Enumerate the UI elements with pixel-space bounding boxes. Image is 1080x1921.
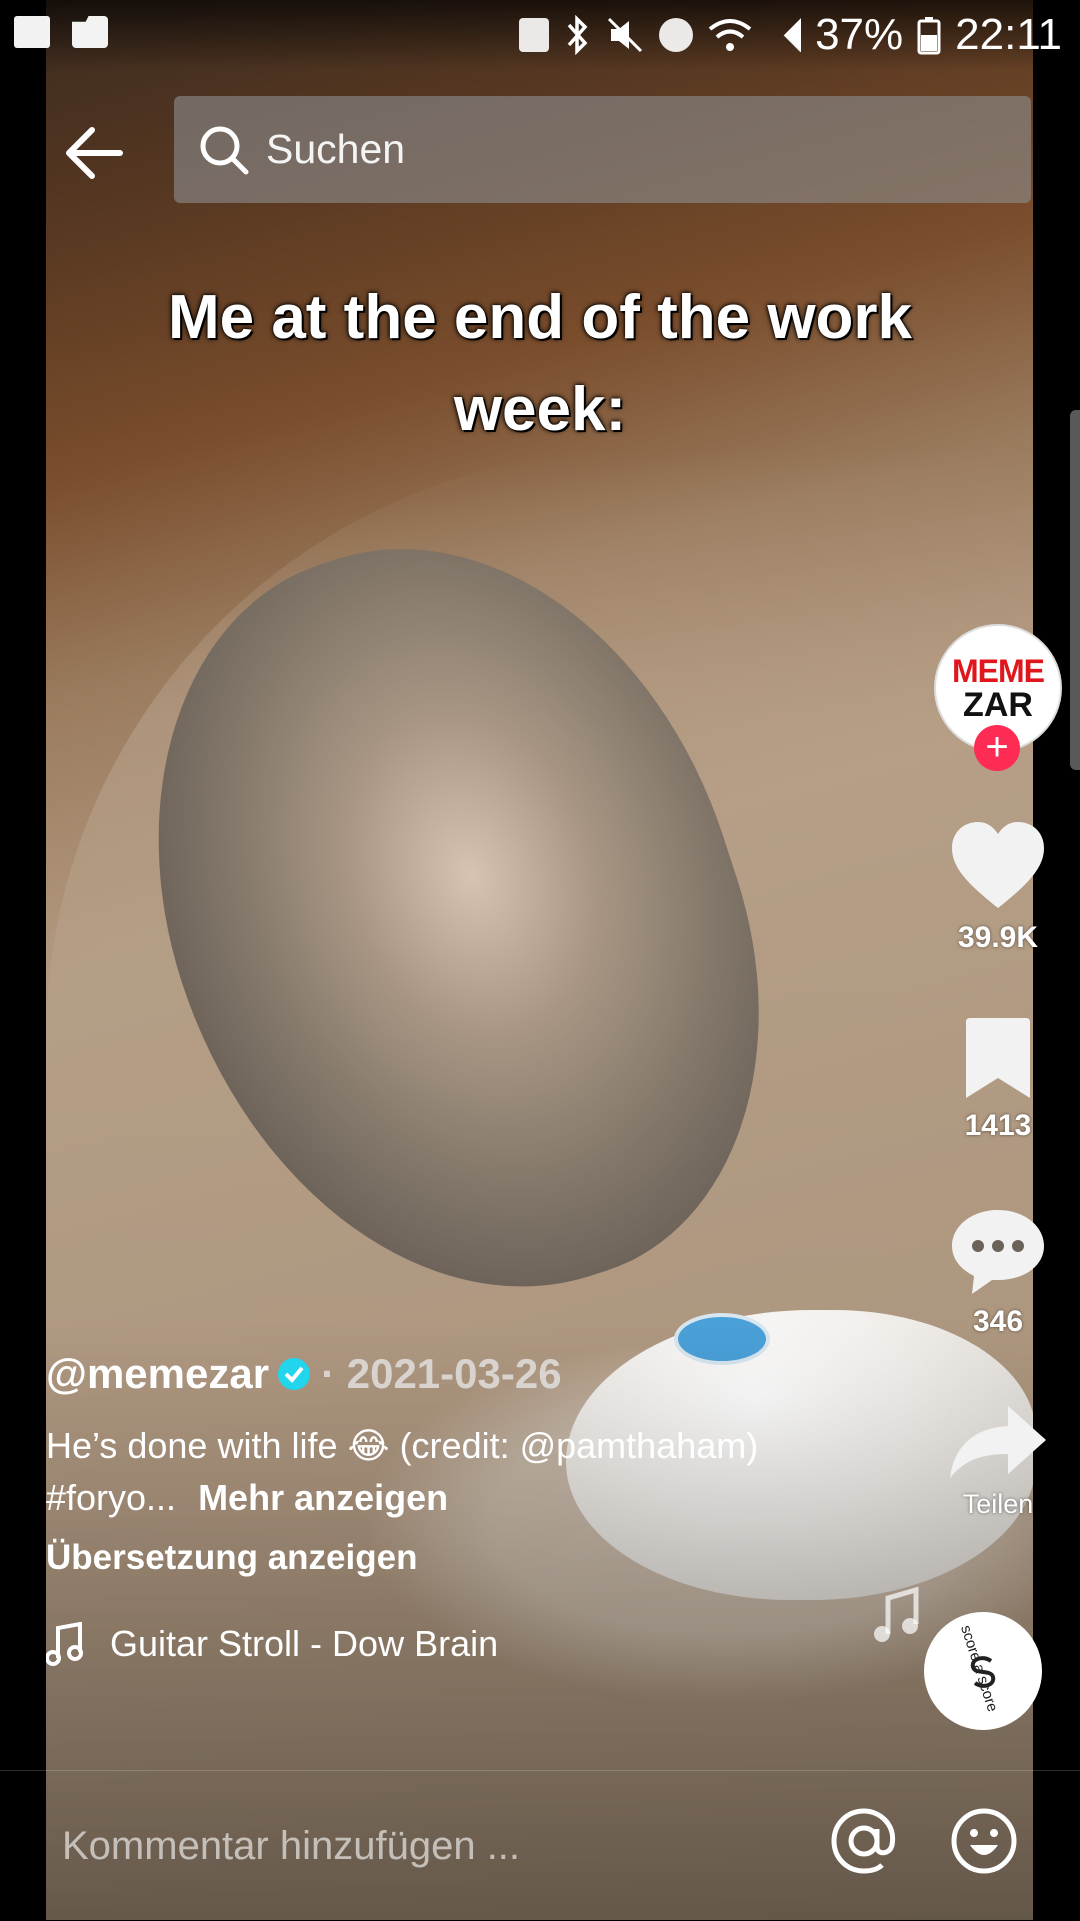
sound-disc[interactable]: score a score	[924, 1612, 1042, 1730]
comment-input[interactable]	[60, 1823, 764, 1870]
avatar-text-line1: MEME	[952, 653, 1045, 689]
music-note-icon	[874, 1586, 919, 1642]
share-label: Teilen	[962, 1489, 1034, 1519]
post-date: · 2021-03-26	[321, 1350, 562, 1397]
avatar-text-line2: ZAR	[963, 686, 1033, 724]
status-bar: 37% 22:11	[0, 0, 1080, 70]
alarm-icon	[659, 18, 694, 52]
image-icon	[14, 16, 50, 48]
translate-link[interactable]: Übersetzung anzeigen	[46, 1538, 806, 1578]
share-arrow-icon	[950, 1406, 1046, 1478]
back-arrow-icon[interactable]	[60, 118, 130, 188]
signal-icon	[767, 18, 802, 52]
folder-icon	[72, 16, 108, 48]
music-row[interactable]: Guitar Stroll - Dow Brain	[46, 1622, 806, 1666]
comment-button[interactable]: 346	[938, 1206, 1058, 1339]
comment-count: 346	[972, 1305, 1024, 1338]
video-overlay-caption: Me at the end of the work week:	[167, 283, 913, 444]
search-bar[interactable]	[174, 96, 1031, 203]
comment-bar	[0, 1770, 1080, 1921]
show-more-link[interactable]: Mehr anzeigen	[198, 1477, 448, 1518]
battery-saver-icon	[519, 18, 550, 52]
comment-icon	[952, 1210, 1044, 1294]
search-icon	[200, 126, 249, 174]
author-username[interactable]: @memezar	[46, 1350, 269, 1398]
mute-icon	[608, 17, 643, 53]
verified-badge-icon	[278, 1358, 311, 1390]
music-icon	[46, 1622, 83, 1666]
emoji-icon[interactable]	[950, 1807, 1018, 1875]
bluetooth-icon	[567, 15, 588, 55]
save-button[interactable]: 1413	[938, 1016, 1058, 1143]
clock: 22:11	[955, 10, 1062, 59]
edge-panel-handle[interactable]	[1070, 410, 1080, 770]
bookmark-icon	[966, 1018, 1030, 1098]
wifi-icon	[708, 19, 752, 51]
share-button[interactable]: Teilen	[938, 1402, 1058, 1520]
follow-button[interactable]: +	[974, 725, 1020, 771]
heart-icon	[952, 822, 1044, 908]
battery-icon	[917, 17, 941, 55]
music-title: Guitar Stroll - Dow Brain	[110, 1623, 499, 1664]
post-info: @memezar · 2021-03-26 He’s done with lif…	[46, 1350, 806, 1666]
save-count: 1413	[964, 1109, 1032, 1142]
post-description: He’s done with life 😂 (credit: @pamthaha…	[46, 1420, 806, 1524]
like-count: 39.9K	[957, 921, 1039, 954]
battery-percent: 37%	[815, 10, 904, 59]
like-button[interactable]: 39.9K	[938, 820, 1058, 955]
search-input[interactable]	[264, 125, 968, 174]
mention-at-icon[interactable]	[830, 1807, 898, 1875]
